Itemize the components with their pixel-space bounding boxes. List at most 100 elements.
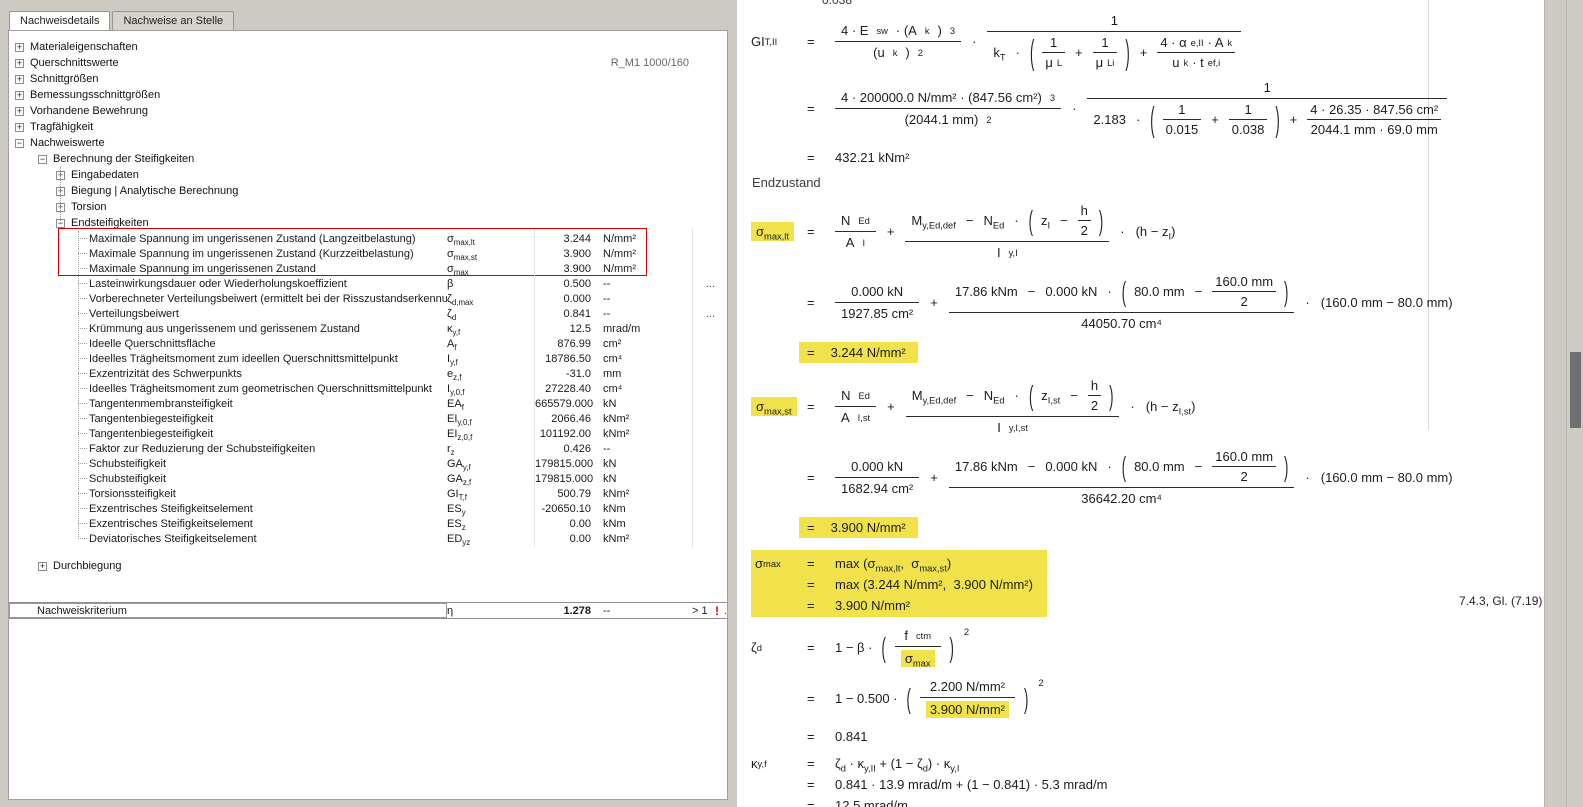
section-heading: Endzustand bbox=[752, 175, 821, 190]
tree-item-berechnung-der-steifigkeiten[interactable]: − Berechnung der Steifigkeiten bbox=[9, 151, 727, 167]
expand-icon[interactable]: + bbox=[15, 58, 24, 68]
table-row[interactable]: Torsionssteifigkeit GIT,f 500.79 kNm² bbox=[9, 486, 727, 501]
tree-item-torsion[interactable]: + Torsion bbox=[9, 199, 727, 215]
paren: ( bbox=[1029, 33, 1035, 72]
table-row[interactable]: Tangentenbiegesteifigkeit EIy,0,f 2066.4… bbox=[9, 411, 727, 426]
fraction: 4 · 26.35 · 847.56 cm² 2044.1 mm · 69.0 m… bbox=[1307, 102, 1442, 137]
row-value: 0.426 bbox=[563, 442, 591, 455]
row-symbol: β bbox=[447, 277, 454, 290]
equation-kappa-result: = 12.5 mrad/m bbox=[751, 798, 1544, 807]
row-symbol: σmax,st bbox=[447, 247, 478, 262]
fraction: 17.86 kNm − 0.000 kN · ( 80.0 mm − 160.0… bbox=[948, 273, 1295, 332]
table-row[interactable]: Ideelle Querschnittsfläche Af 876.99 cm² bbox=[9, 336, 727, 351]
tree-item-schnittgroessen[interactable]: + Schnittgrößen bbox=[9, 71, 727, 87]
equals-sign: = bbox=[807, 691, 815, 706]
row-label: Maximale Spannung im ungerissenen Zustan… bbox=[89, 262, 316, 275]
row-symbol: EAf bbox=[447, 397, 464, 412]
expand-icon[interactable]: + bbox=[15, 42, 24, 52]
nachweiskriterium-row[interactable]: Nachweiskriterium η 1.278 -- > 1 ! ... bbox=[9, 602, 727, 619]
row-label: Deviatorisches Steifigkeitselement bbox=[89, 532, 257, 545]
more-button[interactable]: ... bbox=[692, 278, 723, 290]
tab-bar: Nachweisdetails Nachweise an Stelle bbox=[8, 11, 728, 30]
row-value: 18786.50 bbox=[545, 352, 591, 365]
tree-item-endsteifigkeiten[interactable]: − Endsteifigkeiten bbox=[9, 215, 727, 231]
expand-icon[interactable]: + bbox=[15, 122, 24, 132]
table-row[interactable]: Exzentrisches Steifigkeitselement ESz 0.… bbox=[9, 516, 727, 531]
result-value: 432.21 kNm² bbox=[835, 150, 910, 165]
table-row[interactable]: Exzentrisches Steifigkeitselement ESy -2… bbox=[9, 501, 727, 516]
operator: · bbox=[1072, 101, 1077, 116]
equals-sign: = bbox=[807, 101, 815, 116]
tree-item-biegung-analytische-berechnung[interactable]: + Biegung | Analytische Berechnung bbox=[9, 183, 727, 199]
tab-nachweisdetails[interactable]: Nachweisdetails bbox=[9, 11, 111, 30]
collapse-icon[interactable]: − bbox=[38, 154, 47, 164]
tree-item-vorhandene-bewehrung[interactable]: + Vorhandene Bewehrung bbox=[9, 103, 727, 119]
table-row[interactable]: Maximale Spannung im ungerissenen Zustan… bbox=[9, 261, 727, 276]
paren: ( bbox=[1028, 379, 1034, 412]
table-row[interactable]: Ideelles Trägheitsmoment zum ideellen Qu… bbox=[9, 351, 727, 366]
tree-item-nachweiswerte[interactable]: − Nachweiswerte bbox=[9, 135, 727, 151]
expand-icon[interactable]: + bbox=[38, 561, 47, 571]
table-row[interactable]: Lasteinwirkungsdauer oder Wiederholungsk… bbox=[9, 276, 727, 291]
expand-icon[interactable]: + bbox=[15, 90, 24, 100]
tree-connector bbox=[9, 351, 89, 366]
equals-sign: = bbox=[807, 556, 815, 571]
paren: ( bbox=[1150, 100, 1155, 139]
table-row[interactable]: Krümmung aus ungerissenem und gerissenem… bbox=[9, 321, 727, 336]
row-symbol: ESy bbox=[447, 502, 466, 517]
more-button[interactable]: ... bbox=[692, 308, 723, 320]
equals-sign: = bbox=[807, 150, 815, 165]
tree-connector bbox=[9, 441, 89, 456]
row-symbol: ez,f bbox=[447, 367, 462, 382]
row-unit: -- bbox=[603, 292, 611, 305]
vertical-scrollbar[interactable] bbox=[1566, 0, 1583, 807]
operator: − bbox=[1070, 388, 1078, 403]
tree: + Materialeigenschaften + Querschnittswe… bbox=[9, 31, 727, 619]
tree-item-durchbiegung[interactable]: + Durchbiegung bbox=[9, 558, 727, 574]
operator: − bbox=[965, 213, 974, 228]
tree-item-tragfaehigkeit[interactable]: + Tragfähigkeit bbox=[9, 119, 727, 135]
row-label: Schubsteifigkeit bbox=[89, 457, 167, 470]
table-row[interactable]: Ideelles Trägheitsmoment zum geometrisch… bbox=[9, 381, 727, 396]
fraction: 0.000 kN 1682.94 cm² bbox=[835, 458, 920, 497]
expand-icon[interactable]: + bbox=[15, 106, 24, 116]
collapse-icon[interactable]: − bbox=[15, 138, 24, 148]
row-unit: N/mm² bbox=[603, 232, 636, 245]
table-row[interactable]: Schubsteifigkeit GAz,f 179815.000 kN bbox=[9, 471, 727, 486]
tree-guide bbox=[60, 167, 61, 223]
expand-icon[interactable]: + bbox=[15, 74, 24, 84]
operator: · bbox=[1130, 399, 1135, 414]
tree-connector bbox=[9, 246, 89, 261]
warning-icon: ! bbox=[715, 603, 719, 618]
table-row[interactable]: Faktor zur Reduzierung der Schubsteifigk… bbox=[9, 441, 727, 456]
operator: + bbox=[1289, 112, 1298, 127]
paren: ) bbox=[1284, 450, 1289, 483]
table-row[interactable]: Exzentrizität des Schwerpunkts ez,f -31.… bbox=[9, 366, 727, 381]
formula-report-panel[interactable]: 0.038 7.4.3, Gl. (7.19) GI T,II = 4 · Esw… bbox=[737, 0, 1545, 807]
row-unit: kNm² bbox=[603, 487, 630, 500]
row-unit: mm bbox=[603, 367, 622, 380]
row-unit: N/mm² bbox=[603, 262, 636, 275]
tree-item-querschnittswerte[interactable]: + Querschnittswerte R_M1 1000/160 bbox=[9, 55, 727, 71]
scrollbar-thumb[interactable] bbox=[1570, 352, 1581, 428]
more-button[interactable]: ... bbox=[724, 605, 727, 617]
row-value: 0.500 bbox=[563, 277, 591, 290]
tree-item-eingabedaten[interactable]: + Eingabedaten bbox=[9, 167, 727, 183]
tree-connector bbox=[9, 426, 89, 441]
tree-item-bemessungsschnittgroessen[interactable]: + Bemessungsschnittgrößen bbox=[9, 87, 727, 103]
table-row[interactable]: Vorberechneter Verteilungsbeiwert (ermit… bbox=[9, 291, 727, 306]
equation-sigma-st-result: = 3.900 N/mm² bbox=[751, 517, 1544, 538]
table-row[interactable]: Tangentenmembransteifigkeit EAf 665579.0… bbox=[9, 396, 727, 411]
table-row[interactable]: Maximale Spannung im ungerissenen Zustan… bbox=[9, 246, 727, 261]
row-label: Maximale Spannung im ungerissenen Zustan… bbox=[89, 247, 414, 260]
tab-nachweise-an-stelle[interactable]: Nachweise an Stelle bbox=[112, 11, 235, 30]
table-row[interactable]: Schubsteifigkeit GAy,f 179815.000 kN bbox=[9, 456, 727, 471]
table-row[interactable]: Verteilungsbeiwert ζd 0.841 -- ... bbox=[9, 306, 727, 321]
operator: − bbox=[966, 388, 974, 403]
fraction: 0.000 kN 1927.85 cm² bbox=[835, 283, 920, 322]
paren: ) bbox=[1275, 100, 1280, 139]
table-row[interactable]: Tangentenbiegesteifigkeit EIz,0,f 101192… bbox=[9, 426, 727, 441]
table-row[interactable]: Deviatorisches Steifigkeitselement EDyz … bbox=[9, 531, 727, 546]
table-row[interactable]: Maximale Spannung im ungerissenen Zustan… bbox=[9, 231, 727, 246]
tree-item-materialeigenschaften[interactable]: + Materialeigenschaften bbox=[9, 39, 727, 55]
